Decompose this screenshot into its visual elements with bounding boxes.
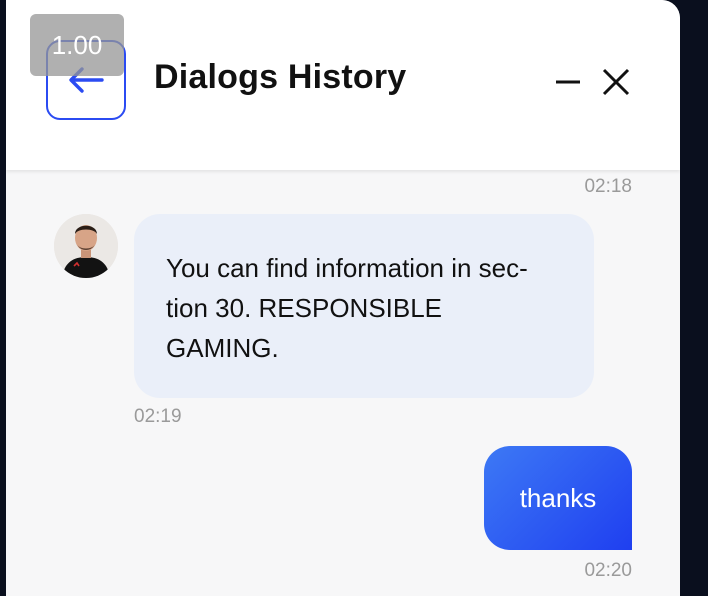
message-list[interactable]: 02:18 You can find information in sec- t… (6, 170, 680, 596)
minimize-button[interactable] (548, 62, 588, 102)
close-icon (602, 68, 630, 96)
agent-avatar (54, 214, 118, 278)
minus-icon (556, 80, 580, 84)
message-timestamp: 02:20 (584, 560, 632, 581)
message-timestamp: 02:19 (134, 406, 182, 427)
zoom-level-badge: 1.00 (30, 14, 124, 76)
agent-message-bubble: You can find information in sec- tion 30… (134, 214, 594, 398)
agent-message-text: You can find information in sec- tion 30… (166, 253, 528, 363)
page-title: Dialogs History (154, 58, 407, 96)
user-message-text: thanks (519, 482, 597, 513)
close-button[interactable] (596, 62, 636, 102)
chat-window: Dialogs History 02:18 You can find infor… (6, 0, 680, 596)
message-timestamp: 02:18 (584, 176, 632, 197)
user-message-bubble: thanks (484, 446, 632, 550)
